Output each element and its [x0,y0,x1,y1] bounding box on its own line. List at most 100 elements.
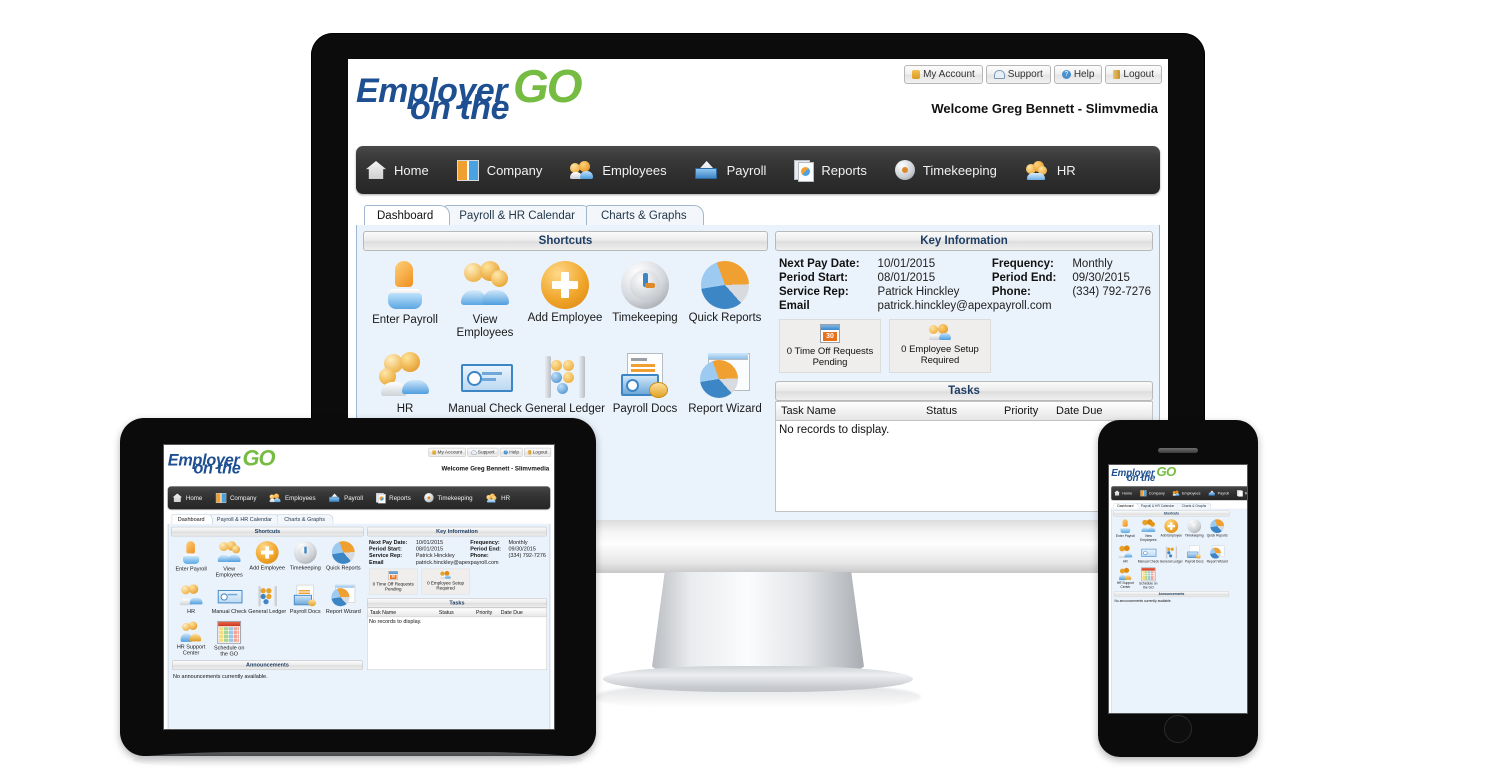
nav-label-timekeeping: Timekeeping [922,162,997,178]
shortcut-general-ledger[interactable]: General Ledger [248,585,286,616]
shortcut-timekeeping[interactable]: Timekeeping [1183,519,1206,542]
two-people-icon [929,324,951,341]
shortcut-label: Report Wizard [688,403,762,416]
tab-dashboard[interactable]: Dashboard [171,514,213,524]
next-pay-date-label: Next Pay Date: [779,258,860,270]
tab-strip: Dashboard Payroll & HR Calendar Charts &… [167,514,551,525]
shortcut-add-employee[interactable]: Add Employee [525,261,605,340]
tasks-column-status[interactable]: Status [926,405,1004,417]
shortcut-hr-support-center[interactable]: HR Support Center [1114,567,1137,589]
nav-item-hr[interactable]: HR [1025,160,1076,180]
nav-item-timekeeping[interactable]: Timekeeping [424,493,473,503]
shortcut-hr[interactable]: HR [1114,545,1137,564]
nav-item-employees[interactable]: Employees [269,493,316,503]
table-row: Service Rep: Patrick Hinckley Phone: (33… [369,552,546,559]
tab-payroll-hr-calendar[interactable]: Payroll & HR Calendar [444,205,592,225]
nav-item-employees[interactable]: Employees [1172,490,1200,496]
support-button[interactable]: Support [985,65,1051,84]
nav-item-reports[interactable]: Reports [1237,490,1247,497]
nav-item-home[interactable]: Home [172,493,202,503]
shortcut-timekeeping[interactable]: Timekeeping [605,261,685,340]
shortcut-enter-payroll[interactable]: Enter Payroll [172,541,210,579]
logout-button[interactable]: Logout [524,447,552,457]
shortcut-quick-reports[interactable]: Quick Reports [685,261,765,340]
shortcut-hr-support-center[interactable]: HR Support Center [172,621,210,658]
shortcut-label: Manual Check [448,403,522,416]
shortcut-timekeeping[interactable]: Timekeeping [286,541,324,579]
nav-item-home[interactable]: Home [1114,490,1132,496]
tab-dashboard[interactable]: Dashboard [364,205,451,225]
my-account-button[interactable]: My Account [428,447,466,457]
shortcut-schedule-on-the-go[interactable]: Schedule on the GO [1137,567,1160,589]
shortcut-view-employees[interactable]: View Employees [445,261,525,340]
tab-payroll-hr-calendar[interactable]: Payroll & HR Calendar [209,514,281,524]
shortcut-payroll-docs[interactable]: Payroll Docs [286,585,324,616]
tab-payroll-hr-calendar[interactable]: Payroll & HR Calendar [1136,503,1180,509]
nav-item-payroll[interactable]: Payroll [1208,490,1229,496]
nav-item-hr[interactable]: HR [486,493,510,503]
shortcut-enter-payroll[interactable]: Enter Payroll [365,261,445,340]
shortcut-hr[interactable]: HR [365,352,445,416]
tab-charts-graphs[interactable]: Charts & Graphs [585,205,704,225]
shortcut-quick-reports[interactable]: Quick Reports [324,541,362,579]
shortcut-add-employee[interactable]: Add Employee [1160,519,1183,542]
tasks-column-date-due[interactable]: Date Due [501,610,530,616]
nav-item-timekeeping[interactable]: Timekeeping [894,160,997,180]
shortcut-add-employee[interactable]: Add Employee [248,541,286,579]
shortcut-schedule-on-the-go[interactable]: Schedule on the GO [210,620,248,658]
shortcut-manual-check[interactable]: Manual Check [1137,545,1160,564]
employee-setup-badge[interactable]: 0 Employee Setup Required [889,319,991,373]
nav-item-payroll[interactable]: Payroll [694,161,766,179]
tasks-grid-body: No records to display. [775,421,1153,512]
shortcut-report-wizard[interactable]: Report Wizard [685,352,765,416]
monitor-reflection [595,686,921,708]
nav-item-reports[interactable]: Reports [794,160,867,182]
support-button[interactable]: Support [467,447,499,457]
nav-item-home[interactable]: Home [366,161,429,179]
nav-item-company[interactable]: Company [456,159,542,181]
shortcut-view-employees[interactable]: View Employees [210,541,248,579]
time-off-requests-badge[interactable]: 30 0 Time Off Requests Pending [779,319,881,373]
service-rep-value: Patrick Hinckley [415,552,455,559]
tasks-column-date-due[interactable]: Date Due [1056,405,1116,417]
phone-home-button[interactable] [1164,715,1192,743]
shortcut-report-wizard[interactable]: Report Wizard [324,585,362,616]
tab-dashboard[interactable]: Dashboard [1113,503,1139,509]
nav-item-company[interactable]: Company [215,492,256,503]
my-account-button[interactable]: My Account [904,65,983,84]
shortcut-enter-payroll[interactable]: Enter Payroll [1114,519,1137,542]
shortcut-general-ledger[interactable]: General Ledger [525,352,605,416]
tasks-grid-header: Task Name Status Priority Date Due [367,607,547,618]
hand-press-icon [181,541,202,565]
nav-item-company[interactable]: Company [1140,490,1165,497]
shortcut-label: HR [396,403,414,416]
shortcut-quick-reports[interactable]: Quick Reports [1206,519,1229,542]
brand-line-2: on the [410,89,509,128]
shortcut-view-employees[interactable]: View Employees [1137,519,1160,542]
shortcut-label: HR Support Center [176,644,206,657]
tab-charts-graphs[interactable]: Charts & Graphs [1177,503,1212,509]
time-off-requests-badge[interactable]: 30 0 Time Off Requests Pending [368,568,418,595]
nav-item-reports[interactable]: Reports [376,493,411,504]
help-button[interactable]: ? Help [1053,65,1103,84]
nav-item-payroll[interactable]: Payroll [328,493,363,503]
nav-item-employees[interactable]: Employees [570,161,667,179]
shortcut-general-ledger[interactable]: General Ledger [1160,545,1183,564]
shortcut-manual-check[interactable]: Manual Check [445,352,525,416]
logout-button[interactable]: Logout [1105,65,1162,84]
tasks-column-priority[interactable]: Priority [1004,405,1056,417]
brand-logo: EmployerGO on the [1111,465,1176,483]
tasks-column-priority[interactable]: Priority [476,610,501,616]
shortcut-hr[interactable]: HR [172,584,210,616]
employee-setup-badge[interactable]: 0 Employee Setup Required [421,568,470,595]
badge-line-2: Pending [812,357,848,368]
shortcut-payroll-docs[interactable]: Payroll Docs [1183,545,1206,564]
tab-charts-graphs[interactable]: Charts & Graphs [277,514,334,524]
help-button[interactable]: ? Help [499,447,523,457]
shortcut-manual-check[interactable]: Manual Check [210,585,248,616]
tasks-column-task-name[interactable]: Task Name [368,610,439,616]
shortcut-payroll-docs[interactable]: Payroll Docs [605,352,685,416]
shortcut-report-wizard[interactable]: Report Wizard [1206,545,1229,564]
tasks-column-status[interactable]: Status [439,610,476,616]
tasks-column-task-name[interactable]: Task Name [776,405,926,417]
